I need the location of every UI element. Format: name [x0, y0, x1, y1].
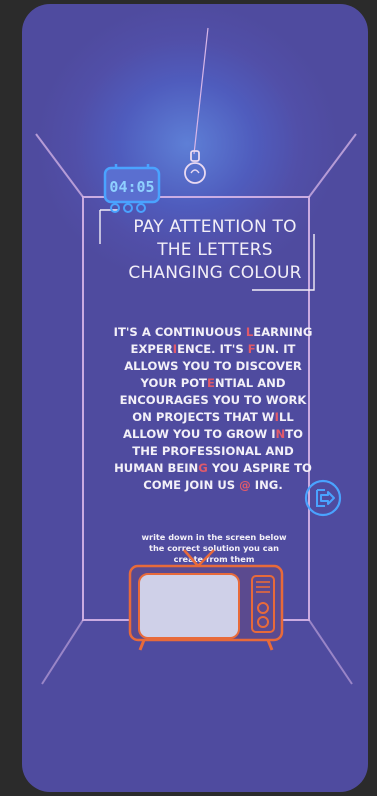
answer-screen[interactable] [138, 573, 240, 639]
highlight-letter: G [198, 461, 208, 475]
title-line-1: PAY ATTENTION TO [133, 217, 297, 237]
timer-display: 04:05 [109, 178, 154, 196]
title-line-2: THE LETTERS [157, 240, 273, 260]
highlight-letter: F [247, 342, 256, 356]
highlight-letter: N [275, 427, 286, 441]
timer-icon: 04:05 [103, 164, 161, 213]
title-line-3: CHANGING COLOUR [128, 263, 302, 283]
page-title: PAY ATTENTION TO THE LETTERS CHANGING CO… [107, 216, 323, 285]
light-bulb-icon [184, 150, 206, 184]
exit-icon[interactable] [304, 479, 342, 517]
game-screen: 04:05 PAY ATTENTION TO THE LETTERS CHANG… [22, 4, 368, 792]
body-paragraph: IT'S A CONTINUOUS LEARNING EXPERIENCE. I… [113, 325, 313, 492]
highlight-letter: @ [239, 478, 251, 492]
highlight-letter: E [206, 376, 215, 390]
